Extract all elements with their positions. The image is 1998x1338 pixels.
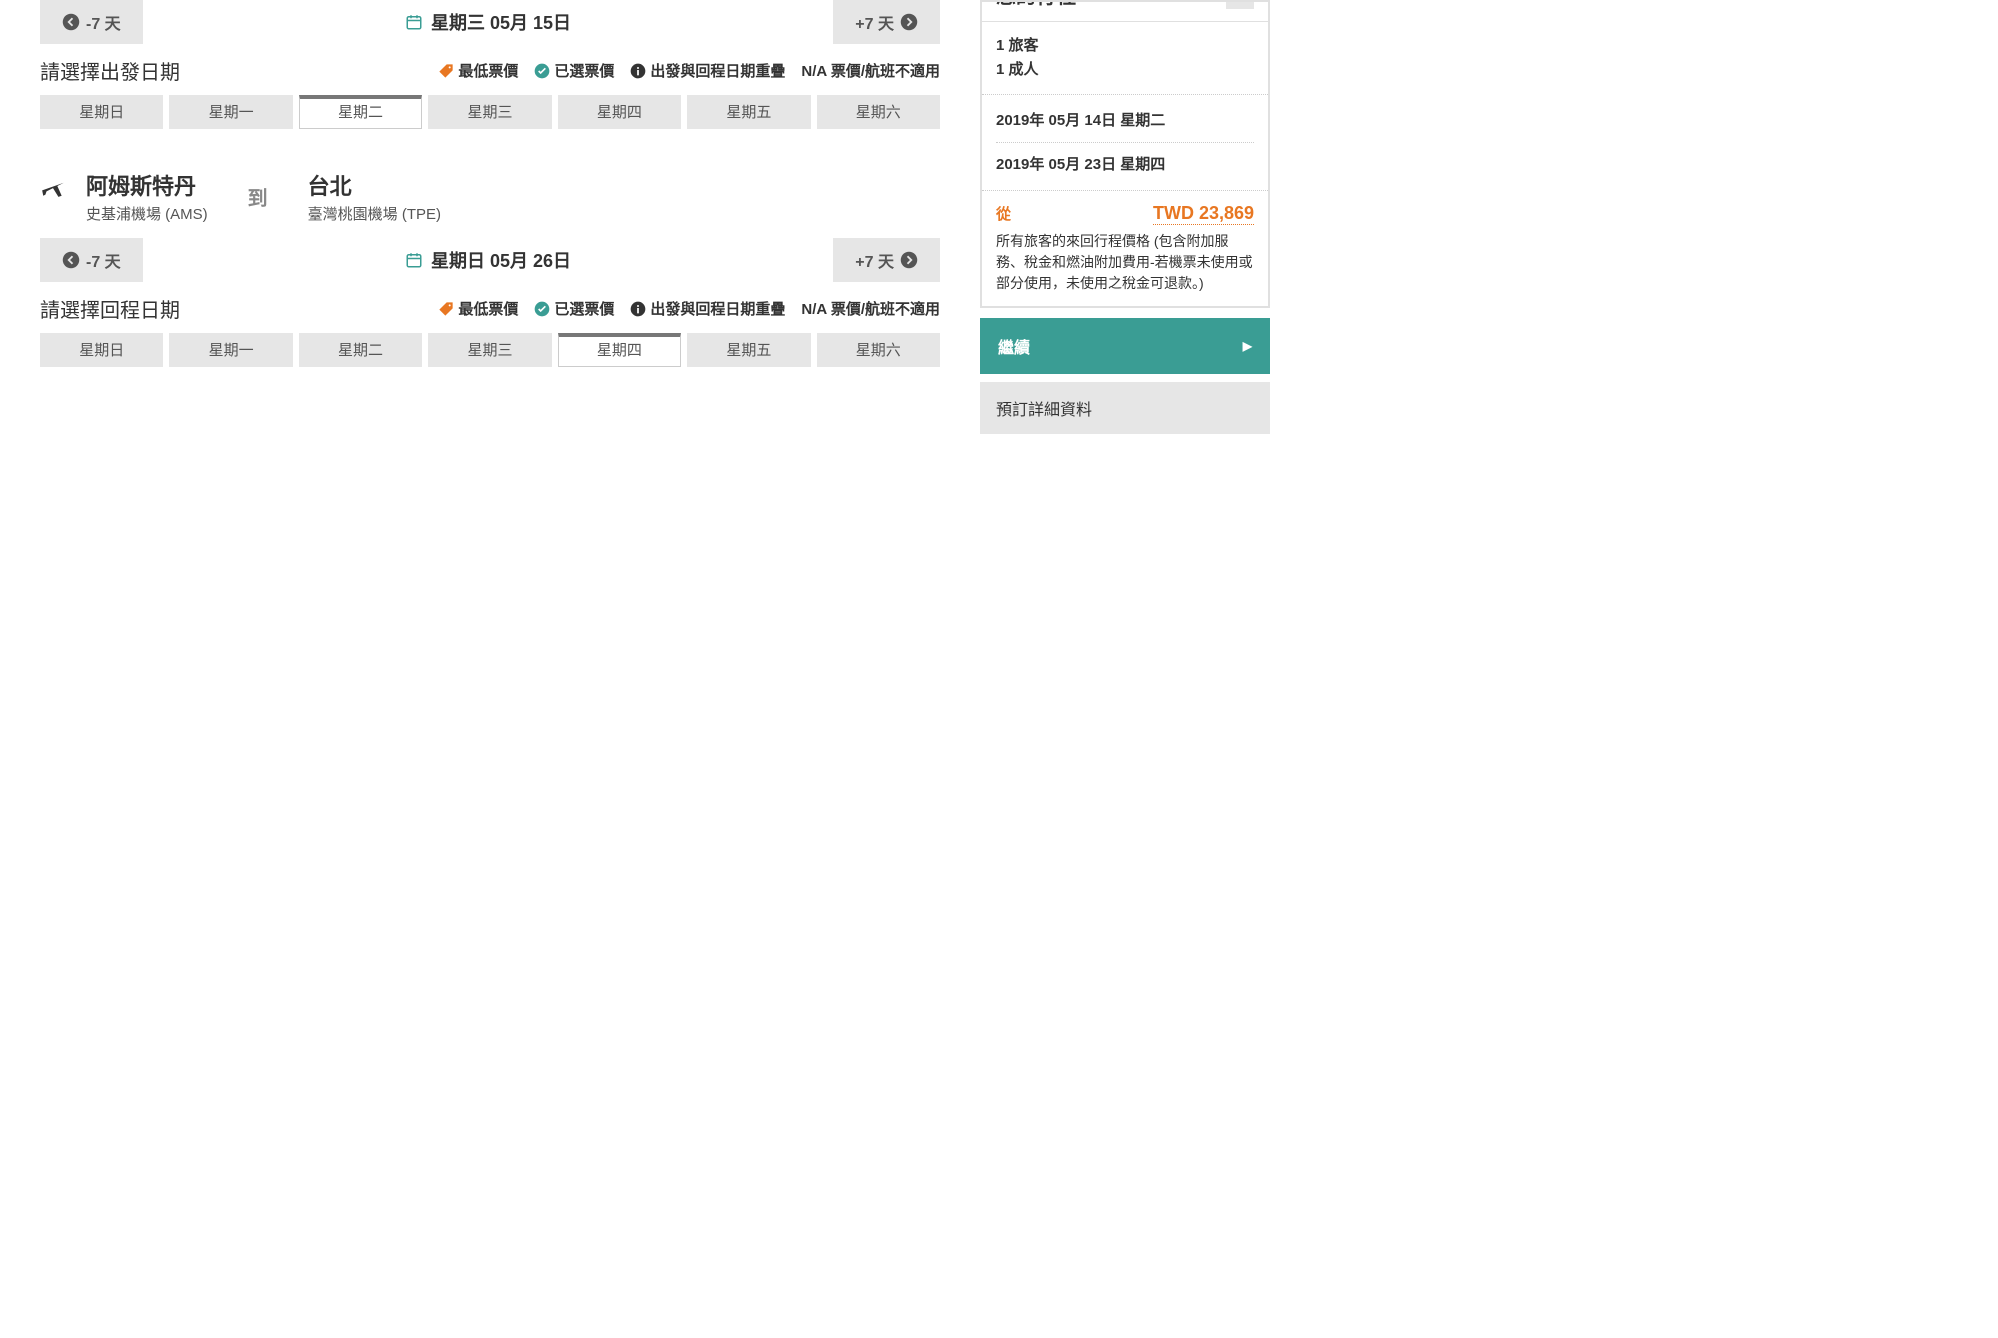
weekday-header: 星期六 (817, 95, 940, 129)
weekday-header: 星期四 (558, 333, 681, 367)
weekday-header: 星期五 (687, 95, 810, 129)
tag-icon (438, 63, 454, 79)
prev-week-button[interactable]: -7 天 (40, 0, 143, 44)
price-section: 從 TWD 23,869 所有旅客的來回行程價格 (包含附加服務、稅金和燃油附加… (982, 190, 1268, 306)
legend-selected: 已選票價 (534, 60, 614, 81)
next-week-label: +7 天 (855, 10, 894, 34)
booking-detail-button[interactable]: 預訂詳細資料 (980, 382, 1270, 434)
calendar-icon (405, 251, 423, 269)
chevron-left-icon (62, 251, 80, 269)
dates-section: 2019年 05月 14日 星期二 2019年 05月 23日 星期四 (982, 94, 1268, 190)
current-week-label: 星期三 05月 15日 (143, 0, 834, 44)
weekday-header: 星期四 (558, 95, 681, 129)
check-circle-icon (534, 63, 550, 79)
pax-type: 1 成人 (996, 58, 1254, 82)
add-button[interactable]: + (1226, 2, 1254, 9)
depart-section-header: 請選擇出發日期 最低票價 已選票價 出發與回程日期重疊 N/A 票價/航班不適用 (40, 56, 940, 85)
route-header: 阿姆斯特丹 史基浦機場 (AMS) 到 台北 臺灣桃園機場 (TPE) (40, 169, 940, 224)
weekday-header: 星期五 (687, 333, 810, 367)
return-section-label: 請選擇回程日期 (40, 294, 180, 323)
main-content: -7 天 星期三 05月 15日 +7 天 請選擇出發日期 最低票價 (40, 0, 940, 371)
itinerary-title-row: 您的行程 + (982, 2, 1268, 22)
weekday-header: 星期六 (817, 333, 940, 367)
weekday-header: 星期二 (299, 95, 422, 129)
next-week-button[interactable]: +7 天 (833, 238, 940, 282)
depart-section-label: 請選擇出發日期 (40, 56, 180, 85)
info-circle-icon (630, 301, 646, 317)
route-from: 阿姆斯特丹 史基浦機場 (AMS) (86, 169, 208, 224)
weekday-header: 星期二 (299, 333, 422, 367)
fare-legend: 最低票價 已選票價 出發與回程日期重疊 N/A 票價/航班不適用 (438, 60, 940, 81)
weekday-header: 星期一 (169, 333, 292, 367)
total-price: TWD 23,869 (1153, 203, 1254, 225)
weekday-header: 星期三 (428, 333, 551, 367)
depart-date: 2019年 05月 14日 星期二 (996, 107, 1254, 134)
depart-date-nav: -7 天 星期三 05月 15日 +7 天 (40, 0, 940, 44)
return-weekday-row: 星期日星期一星期二星期三星期四星期五星期六 (40, 333, 940, 367)
calendar-icon (405, 13, 423, 31)
price-from-label: 從 (996, 203, 1011, 224)
caret-right-icon: ▶ (1243, 339, 1252, 353)
prev-week-label: -7 天 (86, 10, 121, 34)
depart-weekday-row: 星期日星期一星期二星期三星期四星期五星期六 (40, 95, 940, 129)
plane-icon (40, 173, 66, 199)
return-date-nav: -7 天 星期日 05月 26日 +7 天 (40, 238, 940, 282)
fare-legend: 最低票價 已選票價 出發與回程日期重疊 N/A 票價/航班不適用 (438, 298, 940, 319)
prev-week-button[interactable]: -7 天 (40, 238, 143, 282)
passenger-section: 1 旅客 1 成人 (982, 22, 1268, 94)
tag-icon (438, 301, 454, 317)
check-circle-icon (534, 301, 550, 317)
legend-lowest: 最低票價 (438, 60, 518, 81)
legend-overlap: 出發與回程日期重疊 (630, 60, 785, 81)
price-note: 所有旅客的來回行程價格 (包含附加服務、稅金和燃油附加費用-若機票未使用或部分使… (996, 231, 1254, 294)
return-date: 2019年 05月 23日 星期四 (996, 142, 1254, 178)
pax-count: 1 旅客 (996, 34, 1254, 58)
route-to-label: 到 (248, 182, 268, 211)
next-week-button[interactable]: +7 天 (833, 0, 940, 44)
current-week-label: 星期日 05月 26日 (143, 238, 834, 282)
chevron-right-icon (900, 251, 918, 269)
weekday-header: 星期日 (40, 333, 163, 367)
itinerary-title: 您的行程 (996, 2, 1076, 9)
weekday-header: 星期一 (169, 95, 292, 129)
weekday-header: 星期三 (428, 95, 551, 129)
route-to-city: 台北 臺灣桃園機場 (TPE) (308, 169, 441, 224)
sidebar: 您的行程 + 1 旅客 1 成人 2019年 05月 14日 星期二 2019年… (980, 0, 1270, 434)
info-circle-icon (630, 63, 646, 79)
chevron-left-icon (62, 13, 80, 31)
itinerary-card: 您的行程 + 1 旅客 1 成人 2019年 05月 14日 星期二 2019年… (980, 0, 1270, 308)
legend-na: N/A 票價/航班不適用 (801, 60, 940, 81)
chevron-right-icon (900, 13, 918, 31)
return-section-header: 請選擇回程日期 最低票價 已選票價 出發與回程日期重疊 N/A 票價/航班不適用 (40, 294, 940, 323)
weekday-header: 星期日 (40, 95, 163, 129)
continue-button[interactable]: 繼續 ▶ (980, 318, 1270, 374)
